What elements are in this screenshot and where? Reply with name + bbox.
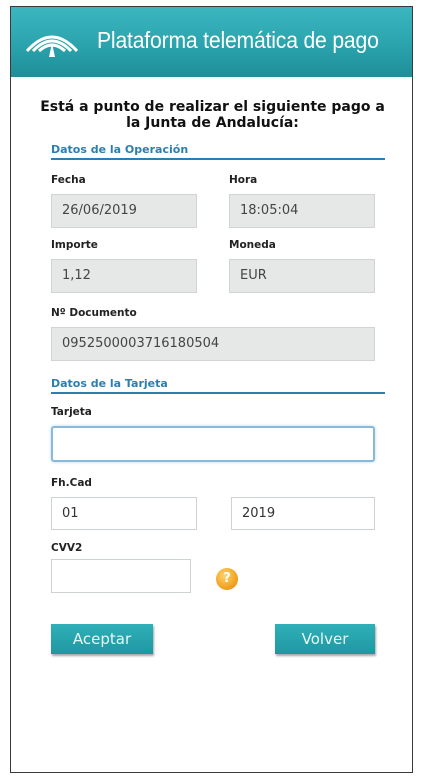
fecha-field: 26/06/2019 <box>51 194 197 228</box>
documento-field: 0952500003716180504 <box>51 327 375 361</box>
cvv-label: CVV2 <box>51 542 83 554</box>
accept-button[interactable]: Aceptar <box>51 624 153 654</box>
help-icon[interactable]: ? <box>216 568 238 590</box>
expiry-year-input[interactable]: 2019 <box>231 497 375 530</box>
moneda-field: EUR <box>229 259 375 293</box>
card-section-title: Datos de la Tarjeta <box>51 377 168 390</box>
fecha-label: Fecha <box>51 174 86 186</box>
hora-label: Hora <box>229 174 258 186</box>
header-title: Plataforma telemática de pago <box>97 27 379 53</box>
operation-section-divider <box>51 158 385 160</box>
expiry-month-input[interactable]: 01 <box>51 497 197 530</box>
intro-text: Está a punto de realizar el siguiente pa… <box>11 99 414 131</box>
cvv-input[interactable] <box>51 559 191 593</box>
back-button[interactable]: Volver <box>275 624 375 654</box>
operation-section-title: Datos de la Operación <box>51 143 189 156</box>
card-number-input[interactable] <box>51 426 375 462</box>
intro-line-1: Está a punto de realizar el siguiente pa… <box>40 99 385 115</box>
importe-field: 1,12 <box>51 259 197 293</box>
intro-line-2: la Junta de Andalucía: <box>126 115 299 131</box>
payment-window: Plataforma telemática de pago Está a pun… <box>10 6 413 773</box>
header-bar: Plataforma telemática de pago <box>11 7 412 77</box>
junta-andalucia-logo-icon <box>25 35 79 57</box>
importe-label: Importe <box>51 239 98 251</box>
documento-label: Nº Documento <box>51 307 137 319</box>
hora-field: 18:05:04 <box>229 194 375 228</box>
tarjeta-label: Tarjeta <box>51 406 92 418</box>
expiry-label: Fh.Cad <box>51 477 92 489</box>
moneda-label: Moneda <box>229 239 276 251</box>
card-section-divider <box>51 392 385 394</box>
